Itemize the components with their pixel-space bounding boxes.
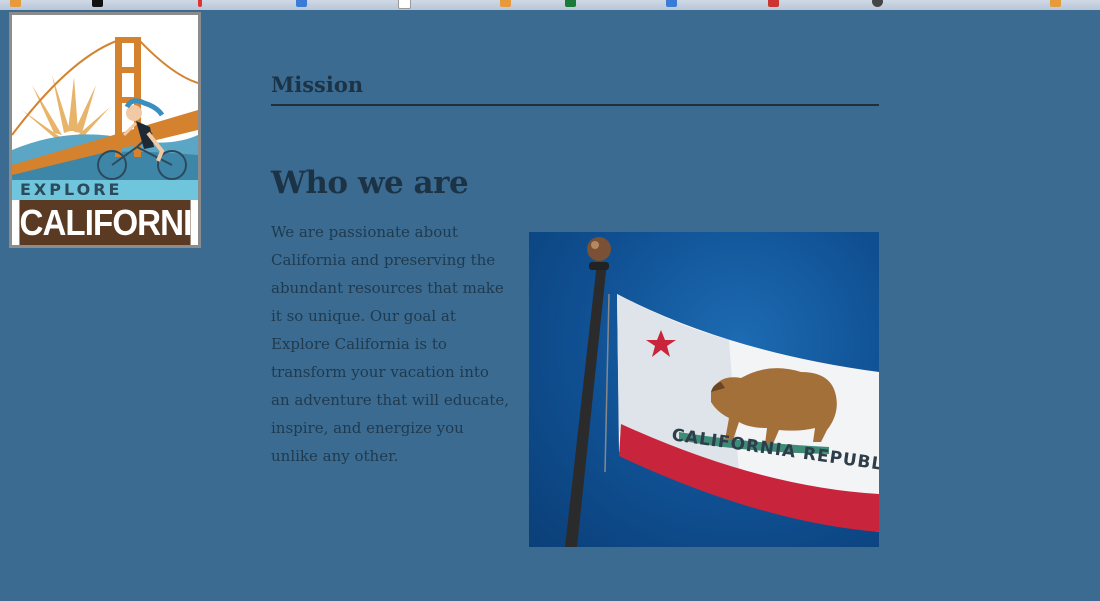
bookmark-icon[interactable] <box>92 0 103 7</box>
explore-california-logo[interactable]: EXPLORE CALIFORNIA <box>9 12 201 248</box>
bookmark-icon[interactable] <box>768 0 779 7</box>
bookmark-icon[interactable] <box>1050 0 1061 7</box>
logo-california-text: CALIFORNIA <box>19 200 198 245</box>
about-paragraph: We are passionate about California and p… <box>271 223 510 465</box>
mission-heading: Mission <box>271 72 879 107</box>
logo-explore-text: EXPLORE <box>12 180 198 200</box>
logo-artwork: EXPLORE CALIFORNIA <box>12 15 198 245</box>
bookmark-icon[interactable] <box>10 0 21 7</box>
who-we-are-heading: Who we are <box>271 165 469 201</box>
bookmark-icon[interactable] <box>296 0 307 7</box>
bookmark-icon[interactable] <box>198 0 202 7</box>
bookmark-icon[interactable] <box>565 0 576 7</box>
flag-illustration: CALIFORNIA REPUBLIC <box>565 237 879 547</box>
bookmark-icon[interactable] <box>398 0 411 9</box>
golden-gate-cyclist-illustration <box>12 15 198 180</box>
california-flag-photo: CALIFORNIA REPUBLIC <box>529 232 879 547</box>
bookmark-icon[interactable] <box>872 0 883 7</box>
bookmarks-bar <box>0 0 1100 10</box>
bookmark-icon[interactable] <box>500 0 511 7</box>
bookmark-icon[interactable] <box>666 0 677 7</box>
about-section: CALIFORNIA REPUBLIC We are passionate ab… <box>271 218 879 547</box>
